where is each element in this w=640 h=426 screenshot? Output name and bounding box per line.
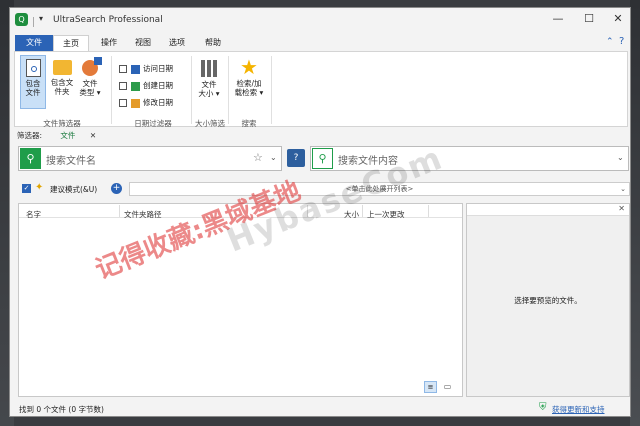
preview-message: 选择要预览的文件。	[514, 296, 582, 305]
file-size-button[interactable]: 文件 大小 ▾	[194, 55, 224, 109]
load-search-label-2: 载检索 ▾	[234, 88, 264, 97]
group-size-filter-label: 大小筛选	[195, 119, 225, 128]
title-separator	[33, 17, 34, 27]
preview-view-icon[interactable]: ▭	[441, 381, 454, 393]
tab-home[interactable]: 主页	[53, 35, 89, 51]
collapse-ribbon-icon[interactable]: ⌃	[606, 37, 614, 47]
shield-icon: ⛨	[539, 402, 547, 413]
contains-folder-button[interactable]: 包含文 件夹	[49, 55, 75, 109]
tab-file[interactable]: 文件	[15, 35, 53, 51]
help-icon[interactable]: ?	[619, 36, 624, 47]
created-date-label: 创建日期	[143, 81, 173, 90]
tab-options[interactable]: 选项	[162, 35, 192, 51]
group-file-filter-label: 文件筛选器	[43, 119, 81, 128]
file-type-button[interactable]: 文件 类型 ▾	[77, 55, 103, 109]
size-bars-icon	[200, 60, 218, 77]
modified-date-checkbox[interactable]: 修改日期	[119, 94, 173, 111]
filter-tab-file[interactable]: 文件	[60, 131, 75, 140]
access-date-checkbox[interactable]: 访问日期	[119, 60, 173, 77]
chevron-down-icon[interactable]: ⌄	[270, 153, 277, 162]
group-separator	[191, 56, 192, 124]
content-search-box[interactable]: ⚲ 搜索文件内容 ⌄	[310, 146, 629, 171]
file-type-label-2: 类型 ▾	[79, 88, 101, 97]
maximize-button[interactable]: ☐	[575, 12, 603, 25]
details-view-icon[interactable]: ≡	[424, 381, 437, 393]
contains-file-button[interactable]: 包含 文件	[20, 55, 46, 109]
title-bar: Q ▾ UltraSearch Professional — ☐ ✕	[10, 8, 630, 35]
column-header-last-modified[interactable]: 上一次更改	[367, 209, 405, 220]
contains-folder-label-2: 件夹	[54, 87, 70, 96]
tab-view[interactable]: 视图	[128, 35, 158, 51]
modified-date-label: 修改日期	[143, 98, 173, 107]
suggest-mode-checkbox[interactable]: ✓	[22, 184, 31, 193]
access-date-label: 访问日期	[143, 64, 173, 73]
group-separator	[271, 56, 272, 124]
search-icon[interactable]: ⚲	[312, 148, 333, 169]
ribbon-tabs: 文件 主页 操作 视图 选项 帮助 ⌃ ?	[10, 35, 630, 51]
ribbon: 包含 文件 包含文 件夹 文件 类型 ▾ 文件筛选器 访问日期 创建日期 修改日…	[14, 51, 628, 128]
calendar-icon	[131, 81, 140, 91]
suggest-mode-label[interactable]: 建议模式(&U)	[50, 184, 97, 195]
file-size-label-1: 文件	[201, 80, 217, 89]
status-bar: 找到 0 个文件 (0 字节数) ⛨ 获得更新和支持	[10, 400, 630, 416]
update-support-link[interactable]: 获得更新和支持	[552, 404, 605, 415]
calendar-icon	[131, 98, 140, 108]
filename-search-input[interactable]: 搜索文件名	[46, 152, 96, 167]
close-preview-icon[interactable]: ✕	[618, 204, 625, 213]
contains-label-1: 包含	[25, 79, 41, 88]
filename-search-box[interactable]: ⚲ 搜索文件名 ☆ ⌄	[18, 146, 282, 171]
chevron-down-icon[interactable]: ⌄	[617, 153, 624, 162]
file-search-icon	[25, 59, 41, 77]
file-type-label-1: 文件	[82, 79, 98, 88]
favorite-star-icon[interactable]: ☆	[253, 151, 263, 164]
quick-access-dropdown-icon[interactable]: ▾	[39, 14, 43, 23]
tab-help[interactable]: 帮助	[198, 35, 228, 51]
star-icon: ★	[240, 55, 258, 79]
sparkle-icon: ✦	[35, 182, 44, 193]
close-filter-icon[interactable]: ✕	[90, 131, 96, 140]
close-button[interactable]: ✕	[604, 12, 630, 25]
load-search-label-1: 检索/加	[236, 79, 262, 88]
preview-panel: ✕ 选择要预览的文件。	[466, 203, 630, 397]
contains-label-2: 文件	[25, 88, 41, 97]
column-header-name[interactable]: 名字	[26, 209, 41, 220]
preview-header	[467, 204, 629, 216]
search-icon[interactable]: ⚲	[20, 148, 41, 169]
filter-label: 筛选器:	[17, 131, 43, 140]
window-title: UltraSearch Professional	[53, 15, 163, 25]
app-logo-icon: Q	[15, 13, 28, 26]
calendar-icon	[131, 64, 140, 74]
group-search-label: 搜索	[241, 119, 257, 128]
add-icon[interactable]: +	[111, 183, 122, 194]
column-header-folder-path[interactable]: 文件夹路径	[124, 209, 162, 220]
group-date-filter-label: 日期过滤器	[134, 119, 172, 128]
file-type-icon	[82, 57, 102, 76]
created-date-checkbox[interactable]: 创建日期	[119, 77, 173, 94]
load-search-button[interactable]: ★ 检索/加 载检索 ▾	[231, 55, 267, 109]
desktop-background-right	[630, 0, 640, 426]
tab-operations[interactable]: 操作	[94, 35, 124, 51]
group-separator	[228, 56, 229, 124]
filter-bar: 筛选器: 文件 ✕	[17, 130, 96, 141]
contains-folder-label-1: 包含文	[50, 78, 74, 87]
folder-icon	[52, 60, 72, 75]
chevron-down-icon: ⌄	[620, 185, 626, 193]
minimize-button[interactable]: —	[544, 12, 572, 25]
search-help-button[interactable]: ?	[287, 149, 305, 167]
file-size-label-2: 大小 ▾	[198, 89, 220, 98]
status-text: 找到 0 个文件 (0 字节数)	[19, 405, 104, 414]
group-separator	[111, 56, 112, 124]
